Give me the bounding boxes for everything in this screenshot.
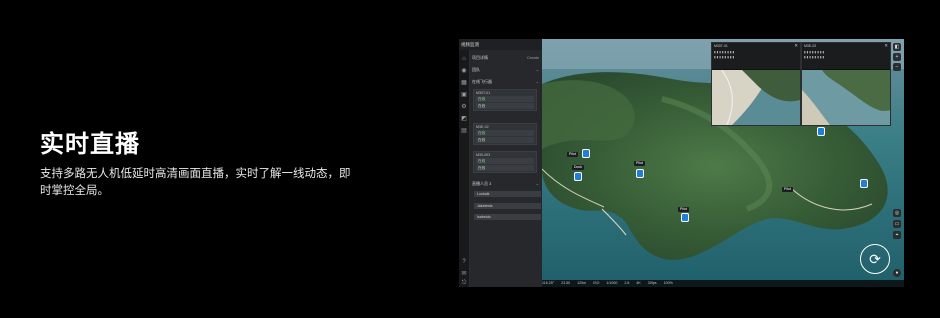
status-item: 2.8 (624, 281, 630, 285)
team-label: 团队 (472, 67, 480, 72)
hero-title: 实时直播 (40, 130, 140, 158)
video-telemetry: ▮ ▮ ▮ ▮ ▮ ▮ ▮ ▮ ▮ ▮ ▮ ▮ ▮ ▮ ▮ ▮ (802, 49, 890, 69)
flight-label: 在线飞行器 (472, 79, 492, 84)
flight-row[interactable]: 在线飞行器 ⌄ (472, 78, 540, 86)
team-icon[interactable]: ◉ (461, 68, 467, 74)
status-item: 120m (577, 281, 587, 285)
project-detail-row[interactable]: 项目详情 Create (472, 54, 540, 62)
team-row[interactable]: 团队 ⌄ (472, 66, 540, 74)
media-icon[interactable]: ▣ (461, 92, 467, 98)
chevron-down-icon[interactable]: ⌄ (536, 78, 539, 86)
message-icon[interactable]: ✉ (461, 271, 467, 277)
map-icon[interactable]: ▦ (461, 80, 467, 86)
zoom-out-icon[interactable]: − (893, 63, 901, 71)
livestream-label: 直播人员 3 (472, 181, 492, 186)
device-card[interactable]: M30T-01 在线 在线 (473, 89, 537, 111)
logout-icon[interactable]: ⎋ (461, 280, 467, 286)
chevron-down-icon[interactable]: ⌄ (536, 180, 539, 188)
status-item: 30fps (647, 281, 657, 285)
create-label[interactable]: Create (527, 54, 539, 62)
icon-rail: ⌂ ◉ ▦ ▣ ⚙ ◩ ▤ ? ✉ ⎋ (459, 39, 470, 287)
device-status: 在线 (476, 165, 534, 171)
map-label: Pilot (678, 207, 689, 212)
status-bar: 116.25° 23.50 120m ISO 1/1000 2.8 4K 30f… (542, 280, 904, 287)
drone-pin-icon[interactable] (681, 213, 689, 222)
status-item: 116.25° (542, 281, 555, 285)
help-icon[interactable]: ? (461, 259, 467, 265)
dock-pin-icon[interactable] (574, 172, 582, 181)
live-user-chip[interactable]: Lookalk (474, 191, 541, 197)
map-label: Dock (572, 165, 584, 170)
device-card[interactable]: M3E-02 在线 在线 (473, 123, 537, 145)
live-user-chip[interactable]: Jakelewis (474, 203, 541, 209)
hero-description: 支持多路无人机低延时高清画面直播，实时了解一线动态，即时掌控全局。 (40, 166, 351, 197)
project-title: 视频监测 (459, 39, 544, 50)
video-window[interactable]: M30T-01 ✕ ▮ ▮ ▮ ▮ ▮ ▮ ▮ ▮ ▮ ▮ ▮ ▮ ▮ ▮ ▮ ▮ (711, 42, 801, 126)
globe-icon[interactable]: ● (893, 269, 901, 277)
live-user-chip[interactable]: Isabeldo (474, 214, 541, 220)
app-screenshot: ⌂ ◉ ▦ ▣ ⚙ ◩ ▤ ? ✉ ⎋ 视频监测 项目详情 Create 团队 … (459, 39, 904, 287)
device-status: 在线 (476, 130, 534, 136)
device-status: 在线 (476, 96, 534, 102)
settings-icon[interactable]: ⚙ (461, 104, 467, 110)
device-status: 在线 (476, 137, 534, 143)
close-icon[interactable]: ✕ (794, 43, 798, 49)
chevron-down-icon[interactable]: ⌄ (536, 66, 539, 74)
drone-pin-icon[interactable] (582, 149, 590, 158)
livestream-row[interactable]: 直播人员 3 ⌄ (472, 180, 540, 188)
close-icon[interactable]: ✕ (884, 43, 888, 49)
map-label: Pilot (567, 152, 578, 157)
video-feed (802, 70, 890, 125)
status-item: 100% (663, 281, 673, 285)
refresh-button[interactable]: ⟳ (860, 244, 890, 274)
zoom-in-icon[interactable]: + (893, 53, 901, 61)
home-icon[interactable]: ⌂ (461, 56, 467, 62)
drone-pin-icon[interactable] (860, 179, 868, 188)
device-status: 在线 (476, 158, 534, 164)
locate-icon[interactable]: ⌖ (893, 231, 901, 239)
layers-icon[interactable]: ◧ (893, 43, 901, 51)
drone-pin-icon[interactable] (636, 169, 644, 178)
chart-icon[interactable]: ◩ (461, 116, 467, 122)
video-telemetry: ▮ ▮ ▮ ▮ ▮ ▮ ▮ ▮ ▮ ▮ ▮ ▮ ▮ ▮ ▮ ▮ (712, 49, 800, 69)
drone-pin-icon[interactable] (817, 127, 825, 136)
status-item: 4K (636, 281, 641, 285)
device-status: 在线 (476, 103, 534, 109)
device-card[interactable]: M30-003 在线 在线 (473, 151, 537, 173)
status-item: ISO (593, 281, 600, 285)
compass-icon[interactable]: ◎ (893, 209, 901, 217)
video-window[interactable]: M3E-02 ✕ ▮ ▮ ▮ ▮ ▮ ▮ ▮ ▮ ▮ ▮ ▮ ▮ ▮ ▮ ▮ ▮ (801, 42, 891, 126)
project-detail-label: 项目详情 (472, 55, 488, 60)
status-item: 1/1000 (606, 281, 618, 285)
status-item: 23.50 (561, 281, 571, 285)
calendar-icon[interactable]: ▤ (461, 128, 467, 134)
map-label: Pilot (634, 161, 645, 166)
video-feed (712, 70, 800, 125)
measure-icon[interactable]: ▭ (893, 220, 901, 228)
map-view[interactable]: Pilot Pilot Dock Pilot Pilot M30T-01 ✕ ▮… (542, 39, 904, 287)
map-label: Pilot (782, 187, 793, 192)
